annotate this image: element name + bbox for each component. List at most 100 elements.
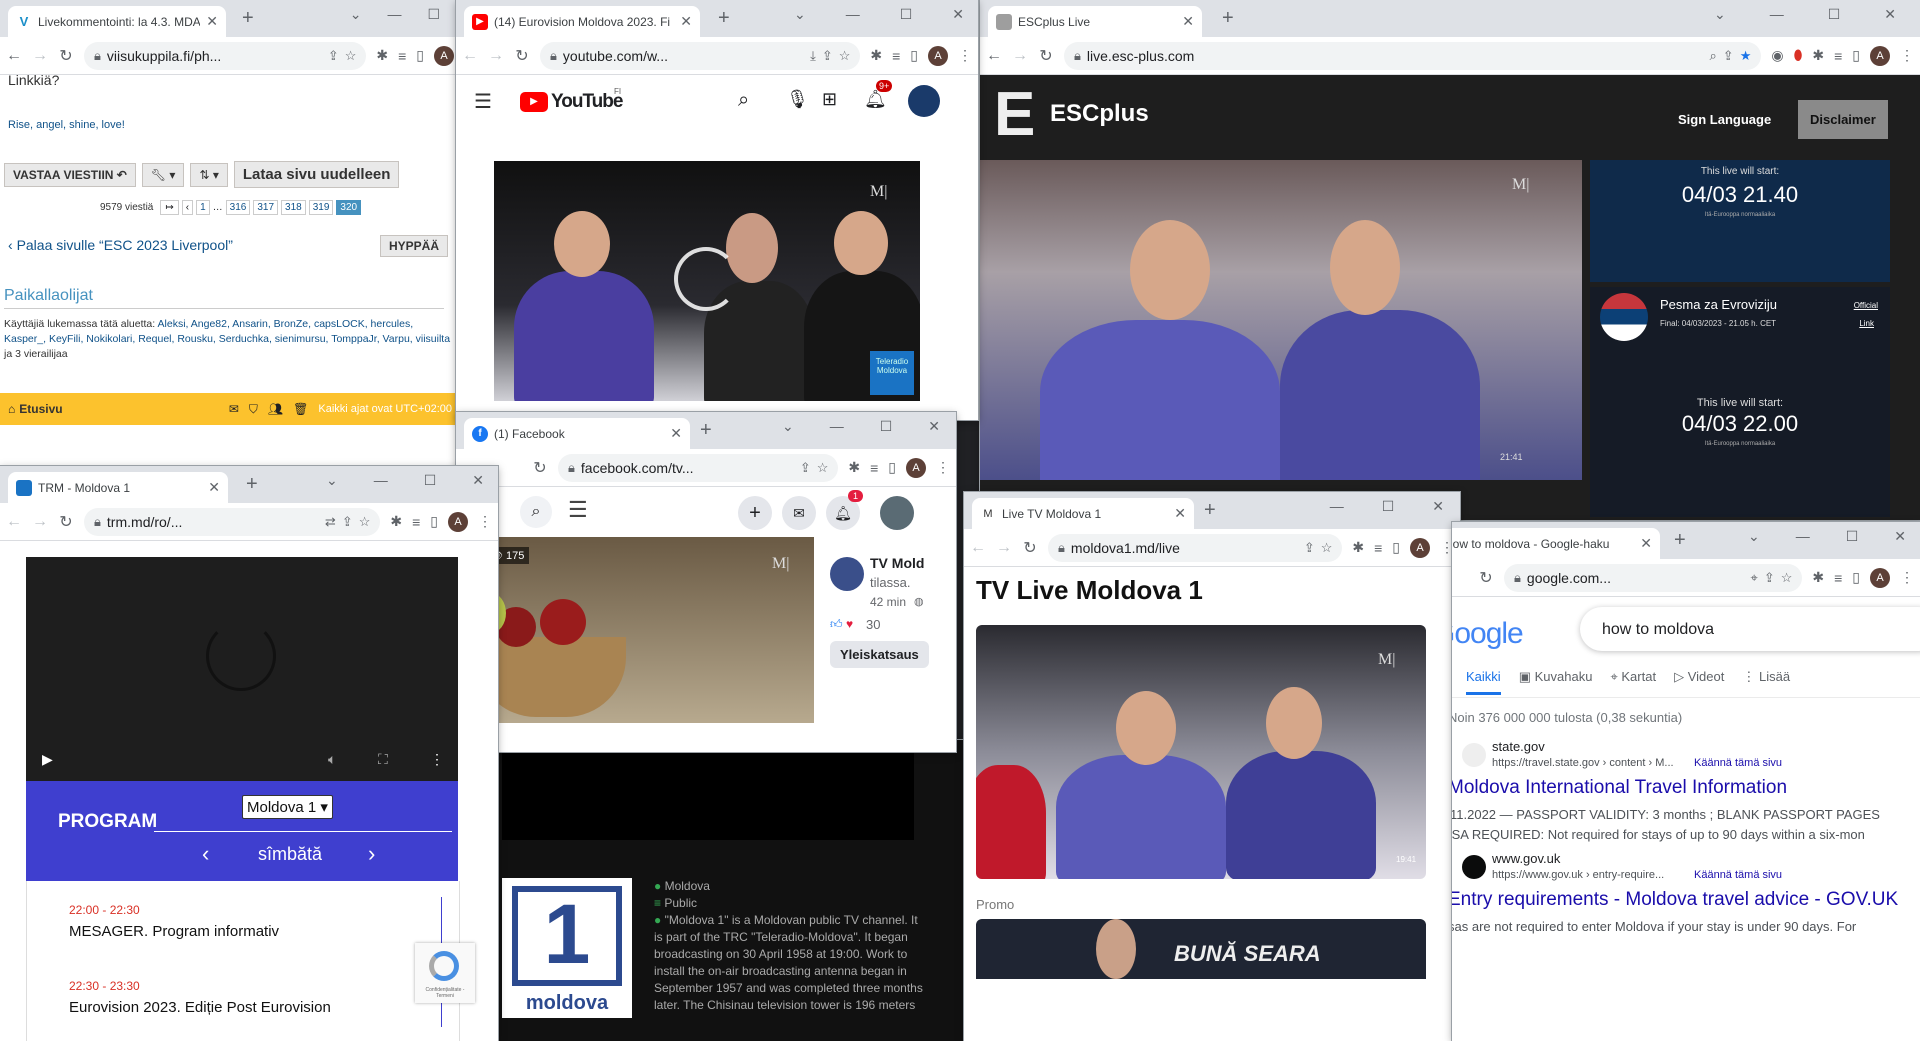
result-title-link[interactable]: Entry requirements - Moldova travel advi…: [1452, 889, 1898, 911]
forward-icon[interactable]: →: [32, 513, 48, 531]
forward-icon[interactable]: →: [488, 47, 504, 65]
media-queue-icon[interactable]: ≡: [892, 48, 900, 64]
browser-tab[interactable]: TRM - Moldova 1 ✕: [8, 472, 228, 503]
page-avatar[interactable]: [830, 557, 864, 591]
official-link[interactable]: Official: [1854, 301, 1878, 310]
reload-icon[interactable]: ↻: [1478, 568, 1494, 588]
maximize-icon[interactable]: ☐: [424, 472, 437, 489]
address-bar[interactable]: 🔒︎ live.esc-plus.com ⌕ ⇪ ★: [1064, 41, 1762, 70]
close-tab-icon[interactable]: ✕: [1640, 535, 1652, 552]
reload-icon[interactable]: ↻: [514, 46, 530, 66]
promo-banner[interactable]: BUNĂ SEARA: [976, 919, 1426, 979]
page-link[interactable]: 1: [196, 200, 210, 215]
page-link[interactable]: 316: [225, 200, 251, 215]
adblock-icon[interactable]: ⬮: [1794, 47, 1803, 64]
prev-page-button[interactable]: ‹: [181, 200, 194, 215]
browser-tab[interactable]: f (1) Facebook ✕: [464, 418, 690, 449]
back-icon[interactable]: ←: [6, 513, 22, 531]
browser-tab[interactable]: V Livekommentointi: la 4.3. MDA ✕: [8, 6, 226, 37]
extension-icon[interactable]: ◉: [1771, 47, 1783, 64]
search-input[interactable]: how to moldova: [1580, 607, 1920, 651]
tab-more[interactable]: ⋮ Lisää: [1742, 669, 1790, 695]
chevron-down-icon[interactable]: ⌄: [1748, 528, 1760, 545]
new-tab-button[interactable]: +: [246, 474, 258, 494]
close-window-icon[interactable]: ✕: [1884, 6, 1896, 23]
chevron-down-icon[interactable]: ⌄: [794, 6, 806, 23]
reload-icon[interactable]: ↻: [58, 512, 74, 532]
previous-day-chevron-icon[interactable]: ‹: [202, 841, 209, 867]
notifications-bell-icon[interactable]: 🔔︎: [864, 89, 887, 110]
media-queue-icon[interactable]: ≡: [1374, 540, 1382, 556]
back-icon[interactable]: ←: [970, 539, 986, 557]
translate-icon[interactable]: ⇄: [325, 514, 336, 530]
side-panel-icon[interactable]: ▯: [430, 513, 438, 530]
create-video-icon[interactable]: ⊞: [822, 89, 837, 110]
extensions-puzzle-icon[interactable]: ✱: [376, 47, 388, 64]
minimize-icon[interactable]: —: [1796, 528, 1810, 545]
extensions-puzzle-icon[interactable]: ✱: [390, 513, 402, 530]
browser-tab[interactable]: how to moldova - Google-haku ✕: [1452, 528, 1660, 559]
menu-kebab-icon[interactable]: ⋮: [478, 513, 492, 530]
media-queue-icon[interactable]: ≡: [1834, 48, 1842, 64]
maximize-icon[interactable]: ☐: [900, 6, 913, 23]
tab-images[interactable]: ▣ Kuvahaku: [1519, 669, 1593, 695]
new-tab-button[interactable]: +: [1674, 530, 1686, 550]
pesma-live-card[interactable]: Pesma za Evroviziju Final: 04/03/2023 - …: [1590, 287, 1890, 517]
bookmark-star-icon[interactable]: ☆: [359, 514, 371, 530]
side-panel-icon[interactable]: ▯: [1852, 47, 1860, 64]
sort-dropdown-button[interactable]: ⇅ ▾: [190, 162, 228, 187]
bookmark-star-icon[interactable]: ☆: [345, 48, 357, 64]
share-icon[interactable]: ⇪: [1764, 570, 1775, 586]
chevron-down-icon[interactable]: ⌄: [782, 418, 794, 435]
translate-link[interactable]: Käännä tämä sivu: [1694, 757, 1782, 769]
close-window-icon[interactable]: ✕: [1432, 498, 1444, 515]
tools-dropdown-button[interactable]: 🔧︎ ▾: [141, 162, 185, 187]
recaptcha-badge[interactable]: Confidențialitate - Termeni: [415, 943, 475, 1003]
page-link[interactable]: 317: [253, 200, 279, 215]
close-tab-icon[interactable]: ✕: [208, 479, 220, 496]
profile-avatar[interactable]: A: [1870, 567, 1890, 588]
address-bar[interactable]: 🔒︎ youtube.com/w... ⤓ ⇪ ☆: [540, 41, 861, 70]
profile-avatar[interactable]: A: [448, 511, 468, 532]
maximize-icon[interactable]: ☐: [1828, 6, 1841, 23]
bookmark-star-icon[interactable]: ★: [1740, 48, 1752, 64]
hamburger-menu-icon[interactable]: ☰: [474, 89, 492, 114]
close-window-icon[interactable]: ✕: [952, 6, 964, 23]
minimize-icon[interactable]: —: [1330, 498, 1344, 515]
escplus-main-video[interactable]: M| 21:41: [980, 160, 1582, 480]
search-icon[interactable]: ⌕: [520, 496, 552, 528]
create-plus-icon[interactable]: +: [738, 496, 772, 530]
side-panel-icon[interactable]: ▯: [910, 47, 918, 64]
close-window-icon[interactable]: ✕: [472, 472, 484, 489]
media-queue-icon[interactable]: ≡: [1834, 570, 1842, 586]
overview-button[interactable]: Yleiskatsaus: [830, 641, 929, 668]
reload-page-button[interactable]: Lataa sivu uudelleen: [233, 161, 400, 188]
side-panel-icon[interactable]: ▯: [1852, 569, 1860, 586]
menu-kebab-icon[interactable]: ⋮: [1900, 47, 1914, 64]
upcoming-live-card[interactable]: This live will start: 04/03 21.40 Itä-Eu…: [1590, 160, 1890, 282]
maximize-icon[interactable]: ☐: [880, 418, 893, 435]
share-icon[interactable]: ⇪: [1723, 48, 1734, 64]
minimize-icon[interactable]: —: [846, 6, 860, 23]
sign-language-link[interactable]: Sign Language: [1678, 112, 1771, 127]
youtube-logo-icon[interactable]: ▶: [520, 92, 548, 112]
media-queue-icon[interactable]: ≡: [870, 460, 878, 476]
shield-icon[interactable]: ⛉: [249, 402, 258, 417]
new-tab-button[interactable]: +: [1222, 8, 1234, 28]
back-icon[interactable]: ←: [6, 47, 22, 65]
schedule-item[interactable]: 22:30 - 23:30 Eurovision 2023. Ediție Po…: [69, 979, 331, 1016]
install-icon[interactable]: ⤓: [810, 48, 816, 64]
page-link[interactable]: 318: [281, 200, 306, 215]
home-link[interactable]: Etusivu: [19, 402, 62, 416]
extensions-puzzle-icon[interactable]: ✱: [1352, 539, 1364, 556]
back-icon[interactable]: ←: [462, 47, 478, 65]
mail-icon[interactable]: ✉: [229, 402, 239, 416]
minimize-icon[interactable]: —: [387, 6, 401, 23]
address-bar[interactable]: 🔒︎ trm.md/ro/... ⇄ ⇪ ☆: [84, 507, 381, 536]
forward-icon[interactable]: →: [32, 47, 48, 65]
tab-maps[interactable]: ⌖ Kartat: [1610, 669, 1656, 695]
profile-picture[interactable]: [880, 496, 914, 530]
reload-icon[interactable]: ↻: [1022, 538, 1038, 558]
schedule-item[interactable]: 22:00 - 22:30 MESAGER. Program informati…: [69, 903, 279, 940]
menu-kebab-icon[interactable]: ⋮: [936, 459, 950, 476]
